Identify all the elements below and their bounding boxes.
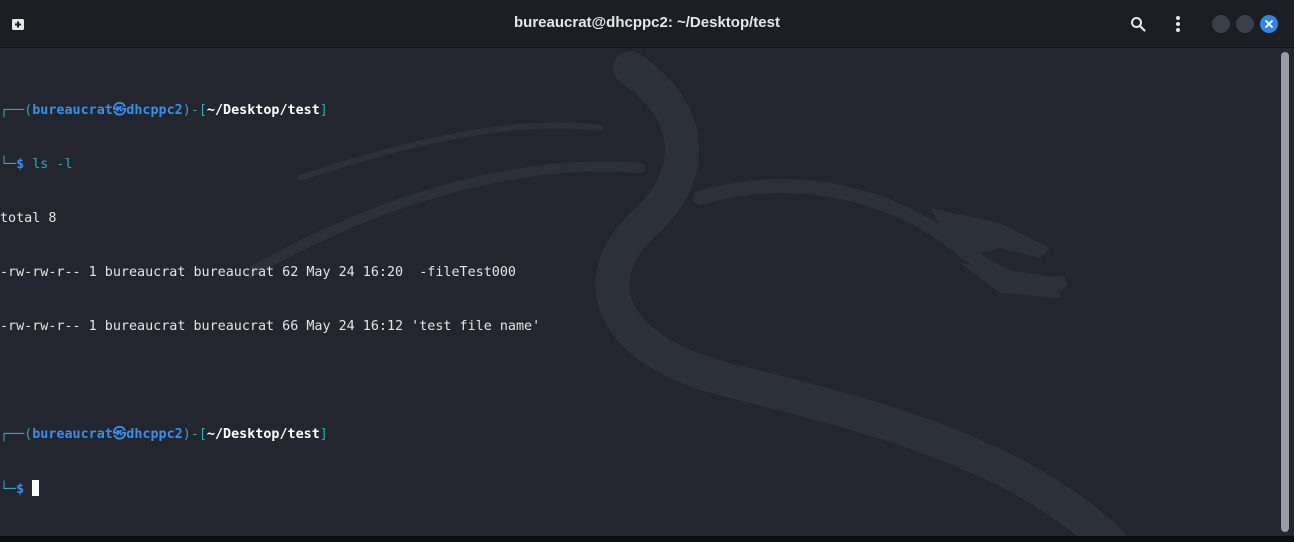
output-line: -rw-rw-r-- 1 bureaucrat bureaucrat 66 Ma…: [0, 319, 541, 334]
search-button[interactable]: [1126, 12, 1150, 36]
title-bar: bureaucrat@dhcppc2: ~/Desktop/test: [0, 0, 1294, 48]
prompt-host: dhcppc2: [126, 103, 183, 118]
close-button[interactable]: [1260, 15, 1278, 33]
prompt-bracket-end: ]: [319, 103, 328, 118]
search-icon: [1131, 17, 1146, 32]
prompt-path: ~/Desktop/test: [206, 103, 320, 118]
prompt-line-1: ┌──(bureaucrat㉿dhcppc2)-[~/Desktop/test]: [0, 102, 1276, 120]
prompt-corner-top: ┌──(: [0, 427, 33, 442]
prompt-separator: ㉿: [112, 427, 127, 442]
prompt-user: bureaucrat: [32, 103, 113, 118]
prompt-bracket: )-[: [182, 103, 207, 118]
prompt-corner-bottom: └─: [0, 482, 17, 497]
terminal-output[interactable]: ┌──(bureaucrat㉿dhcppc2)-[~/Desktop/test]…: [0, 66, 1276, 534]
kebab-menu-icon: [1176, 16, 1180, 32]
window-title: bureaucrat@dhcppc2: ~/Desktop/test: [514, 14, 780, 31]
command-line-2[interactable]: └─$: [0, 480, 1276, 498]
output-line: -rw-rw-r-- 1 bureaucrat bureaucrat 62 Ma…: [0, 265, 516, 280]
prompt-user: bureaucrat: [32, 427, 113, 442]
prompt-separator: ㉿: [112, 103, 127, 118]
output-line: total 8: [0, 211, 57, 226]
minimize-button[interactable]: [1212, 15, 1230, 33]
prompt-symbol: $: [16, 482, 25, 497]
text-cursor: [32, 480, 40, 496]
prompt-bracket: )-[: [182, 427, 207, 442]
prompt-symbol: $: [16, 157, 25, 172]
prompt-line-2: ┌──(bureaucrat㉿dhcppc2)-[~/Desktop/test]: [0, 426, 1276, 444]
close-icon: [1265, 20, 1273, 28]
prompt-bracket-end: ]: [319, 427, 328, 442]
desktop-strip: [0, 536, 1294, 542]
terminal-window: bureaucrat@dhcppc2: ~/Desktop/test ┌──(b…: [0, 0, 1294, 542]
command-text: ls -l: [24, 157, 73, 172]
menu-button[interactable]: [1166, 12, 1190, 36]
command-line-1: └─$ ls -l: [0, 156, 1276, 174]
prompt-host: dhcppc2: [126, 427, 183, 442]
maximize-button[interactable]: [1236, 15, 1254, 33]
prompt-corner-top: ┌──(: [0, 103, 33, 118]
scrollbar[interactable]: [1281, 52, 1289, 532]
prompt-path: ~/Desktop/test: [206, 427, 320, 442]
prompt-corner-bottom: └─: [0, 157, 17, 172]
